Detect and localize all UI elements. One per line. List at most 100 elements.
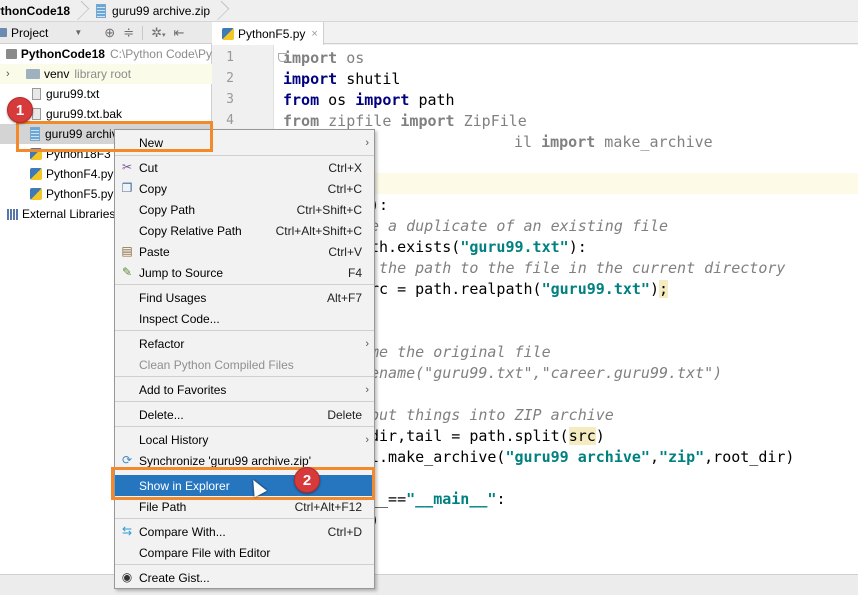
tree-label: PythonCode18 [20, 47, 105, 61]
breadcrumb-item-project[interactable]: ythonCode18 [0, 0, 74, 22]
code-line: l.make_archive("guru99 archive","zip",ro… [370, 448, 795, 466]
code-line: dir,tail = path.split(src) [370, 427, 605, 445]
menu-separator [115, 401, 374, 402]
breadcrumb: ythonCode18 guru99 archive.zip [0, 0, 858, 22]
python-file-icon [222, 27, 234, 40]
menu-item-paste[interactable]: ▤ Paste Ctrl+V [115, 241, 374, 262]
tree-item-venv[interactable]: › venv library root [0, 64, 212, 84]
editor-tab-bar: PythonF5.py × [212, 22, 858, 45]
step-badge-2: 2 [294, 467, 320, 493]
text-file-icon [32, 108, 41, 120]
chevron-right-icon: › [365, 136, 369, 149]
jump-source-icon: ✎ [121, 265, 133, 279]
code-line: e a duplicate of an existing file [370, 217, 669, 235]
folder-icon [6, 49, 17, 59]
compare-icon: ⇆ [121, 524, 133, 538]
menu-item-delete[interactable]: Delete... Delete [115, 404, 374, 425]
locate-icon[interactable]: ⊕ [104, 25, 115, 41]
step-badge-1: 1 [7, 97, 33, 123]
text-file-icon [32, 88, 41, 100]
paste-icon: ▤ [121, 244, 133, 258]
tree-item-root[interactable]: PythonCode18 C:\Python Code\Py [0, 44, 212, 64]
settings-icon[interactable]: ✲▾ [151, 25, 165, 41]
chevron-right-icon: › [365, 383, 369, 396]
menu-item-create-gist[interactable]: ◉ Create Gist... [115, 567, 374, 588]
python-file-icon [30, 188, 42, 200]
tree-path: C:\Python Code\Py [109, 47, 212, 61]
copy-icon: ❐ [121, 181, 133, 195]
menu-item-copy[interactable]: ❐ Copy Ctrl+C [115, 178, 374, 199]
menu-separator [115, 518, 374, 519]
toolbar-divider [142, 25, 144, 40]
menu-separator [115, 564, 374, 565]
breadcrumb-separator [214, 0, 228, 22]
line-number: 3 [226, 92, 234, 107]
breadcrumb-separator [74, 0, 88, 22]
menu-item-compare-file-with-editor[interactable]: Compare File with Editor [115, 542, 374, 563]
code-line: il import make_archive [514, 133, 713, 151]
code-line: th.exists("guru99.txt"): [370, 238, 587, 256]
context-menu: New › ✂ Cut Ctrl+X ❐ Copy Ctrl+C Copy Path Ctr… [114, 129, 375, 589]
tree-item-file[interactable]: guru99.txt [0, 84, 212, 104]
scissors-icon: ✂ [121, 160, 133, 174]
chevron-right-icon: › [365, 433, 369, 446]
code-line: import os [283, 49, 365, 67]
tree-label: External Libraries [22, 207, 116, 221]
menu-item-clean-compiled: Clean Python Compiled Files [139, 357, 294, 372]
menu-item-copy-relative-path[interactable]: Copy Relative Path Ctrl+Alt+Shift+C [115, 220, 374, 241]
line-number: 4 [226, 113, 234, 128]
line-number: 1 [226, 50, 234, 65]
code-line: from os import path [283, 91, 455, 109]
github-icon: ◉ [121, 570, 133, 584]
breadcrumb-item-file[interactable]: guru99 archive.zip [88, 0, 214, 22]
chevron-right-icon: › [365, 337, 369, 350]
tree-label: guru99.txt [46, 87, 100, 101]
close-icon[interactable]: × [311, 28, 317, 40]
breadcrumb-label: ythonCode18 [0, 3, 71, 18]
code-line: me the original file [370, 343, 551, 361]
code-line: put things into ZIP archive [370, 406, 614, 424]
chevron-down-icon[interactable]: ▼ [74, 28, 82, 37]
sync-icon: ⟳ [121, 453, 133, 467]
tree-label: PythonF4.py [46, 167, 114, 181]
folder-icon [26, 69, 40, 79]
menu-item-jump-to-source[interactable]: ✎ Jump to Source F4 [115, 262, 374, 283]
menu-item-compare-with[interactable]: ⇆ Compare With... Ctrl+D [115, 521, 374, 542]
menu-item-local-history[interactable]: Local History › [115, 429, 374, 450]
menu-separator [115, 155, 374, 156]
line-number: 2 [226, 71, 234, 86]
tree-label: PythonF5.py [46, 187, 114, 201]
code-line: the path to the file in the current dire… [370, 259, 786, 277]
breadcrumb-label: guru99 archive.zip [112, 3, 211, 18]
code-line: ename("guru99.txt","career.guru99.txt") [370, 364, 723, 382]
tree-label: guru99.txt.bak [46, 107, 123, 121]
tree-hint: library root [74, 67, 132, 81]
tree-label: venv [44, 67, 70, 81]
menu-item-copy-path[interactable]: Copy Path Ctrl+Shift+C [115, 199, 374, 220]
menu-item-inspect-code[interactable]: Inspect Code... [115, 308, 374, 329]
chevron-right-icon[interactable]: › [6, 68, 18, 80]
menu-separator [115, 284, 374, 285]
menu-item-add-to-favorites[interactable]: Add to Favorites › [115, 379, 374, 400]
tab-label: PythonF5.py [238, 26, 306, 41]
menu-item-cut[interactable]: ✂ Cut Ctrl+X [115, 157, 374, 178]
code-line: rc = path.realpath("guru99.txt"); [370, 280, 669, 298]
project-icon [0, 28, 7, 37]
hide-icon[interactable]: ⇤ [174, 25, 185, 41]
menu-item-refactor[interactable]: Refactor › [115, 333, 374, 354]
menu-separator [115, 426, 374, 427]
menu-separator [115, 330, 374, 331]
code-line: __=="__main__": [370, 490, 506, 508]
code-line: import shutil [283, 70, 401, 88]
python-file-icon [30, 168, 42, 180]
highlight-box-new [16, 121, 213, 152]
collapse-icon[interactable]: ≑ [123, 25, 134, 41]
menu-separator [115, 376, 374, 377]
tab-pythonf5[interactable]: PythonF5.py × [212, 22, 324, 45]
library-icon [7, 208, 18, 220]
project-toolbar: Project ▼ ⊕ ≑ ✲▾ ⇤ [0, 22, 212, 44]
menu-item-find-usages[interactable]: Find Usages Alt+F7 [115, 287, 374, 308]
zip-file-icon [96, 3, 107, 18]
project-view-selector[interactable]: Project [11, 26, 48, 40]
ide-window: ythonCode18 guru99 archive.zip Project ▼… [0, 0, 858, 595]
